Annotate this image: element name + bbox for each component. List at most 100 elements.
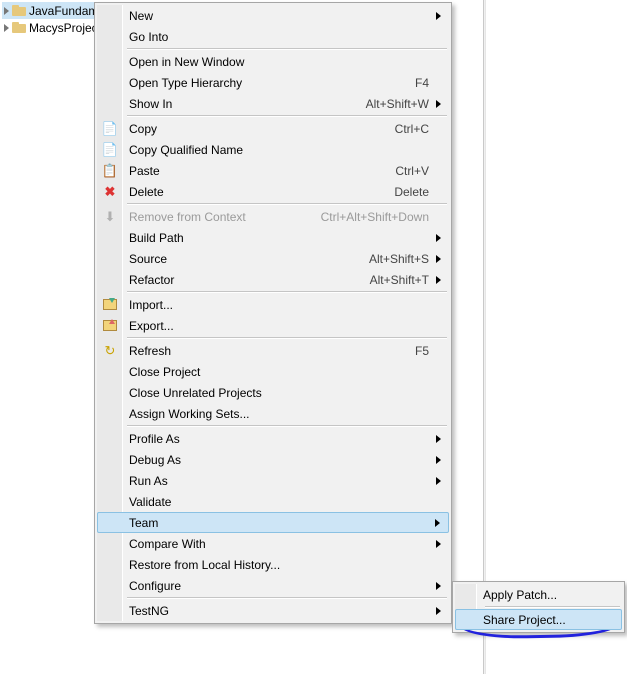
- menu-item-label: Go Into: [129, 30, 429, 44]
- chevron-right-icon: [435, 519, 440, 527]
- menu-item-copy[interactable]: 📄 CopyCtrl+C: [97, 118, 449, 139]
- menu-separator: [127, 115, 447, 117]
- menu-item-shortcut: Ctrl+C: [395, 122, 429, 136]
- menu-item-label: New: [129, 9, 429, 23]
- menu-item-refresh[interactable]: ↻ RefreshF5: [97, 340, 449, 361]
- menu-item-apply-patch[interactable]: Apply Patch...: [455, 584, 622, 605]
- menu-separator: [127, 48, 447, 50]
- menu-item-label: Build Path: [129, 231, 429, 245]
- menu-item-copy-qualified-name[interactable]: 📄 Copy Qualified Name: [97, 139, 449, 160]
- menu-separator: [127, 337, 447, 339]
- menu-item-close-project[interactable]: Close Project: [97, 361, 449, 382]
- menu-item-label: Copy: [129, 122, 395, 136]
- chevron-right-icon: [436, 435, 441, 443]
- menu-item-go-into[interactable]: Go Into: [97, 26, 449, 47]
- menu-item-run-as[interactable]: Run As: [97, 470, 449, 491]
- menu-item-shortcut: Alt+Shift+T: [370, 273, 429, 287]
- folder-icon: [12, 5, 26, 16]
- menu-item-label: Run As: [129, 474, 429, 488]
- menu-item-validate[interactable]: Validate: [97, 491, 449, 512]
- menu-item-shortcut: Ctrl+V: [395, 164, 429, 178]
- copy-icon: 📄: [102, 142, 118, 158]
- export-icon: [102, 318, 118, 334]
- menu-item-testng[interactable]: TestNG: [97, 600, 449, 621]
- menu-item-new[interactable]: New: [97, 5, 449, 26]
- chevron-right-icon: [436, 582, 441, 590]
- menu-item-label: Remove from Context: [129, 210, 321, 224]
- menu-item-label: Export...: [129, 319, 429, 333]
- chevron-right-icon[interactable]: [4, 7, 9, 15]
- chevron-right-icon: [436, 276, 441, 284]
- menu-item-compare-with[interactable]: Compare With: [97, 533, 449, 554]
- menu-item-show-in[interactable]: Show InAlt+Shift+W: [97, 93, 449, 114]
- vertical-divider: [483, 0, 486, 674]
- remove-icon: ⬇: [102, 209, 118, 225]
- chevron-right-icon: [436, 255, 441, 263]
- menu-item-label: Compare With: [129, 537, 429, 551]
- menu-item-open-in-new-window[interactable]: Open in New Window: [97, 51, 449, 72]
- chevron-right-icon: [436, 607, 441, 615]
- menu-item-profile-as[interactable]: Profile As: [97, 428, 449, 449]
- menu-item-label: Refresh: [129, 344, 415, 358]
- menu-item-label: Close Project: [129, 365, 429, 379]
- delete-icon: ✖: [102, 184, 118, 200]
- menu-item-shortcut: Alt+Shift+S: [369, 252, 429, 266]
- tree-item-label: MacysProjec: [29, 21, 98, 35]
- menu-item-label: Restore from Local History...: [129, 558, 429, 572]
- chevron-right-icon: [436, 540, 441, 548]
- menu-item-debug-as[interactable]: Debug As: [97, 449, 449, 470]
- menu-item-shortcut: F5: [415, 344, 429, 358]
- menu-item-label: Share Project...: [483, 613, 602, 627]
- copy-icon: 📄: [102, 121, 118, 137]
- menu-item-shortcut: Ctrl+Alt+Shift+Down: [321, 210, 429, 224]
- menu-item-paste[interactable]: 📋PasteCtrl+V: [97, 160, 449, 181]
- chevron-right-icon: [436, 234, 441, 242]
- chevron-right-icon: [436, 456, 441, 464]
- folder-icon: [12, 22, 26, 33]
- menu-item-source[interactable]: SourceAlt+Shift+S: [97, 248, 449, 269]
- menu-item-team[interactable]: Team: [97, 512, 449, 533]
- menu-item-shortcut: F4: [415, 76, 429, 90]
- paste-icon: 📋: [102, 163, 118, 179]
- menu-item-close-unrelated-projects[interactable]: Close Unrelated Projects: [97, 382, 449, 403]
- menu-item-label: Open Type Hierarchy: [129, 76, 415, 90]
- menu-separator: [127, 597, 447, 599]
- menu-item-delete[interactable]: ✖ DeleteDelete: [97, 181, 449, 202]
- menu-item-label: Source: [129, 252, 369, 266]
- chevron-right-icon[interactable]: [4, 24, 9, 32]
- menu-item-label: Team: [129, 516, 429, 530]
- menu-separator: [127, 425, 447, 427]
- menu-item-import[interactable]: Import...: [97, 294, 449, 315]
- menu-item-label: Refactor: [129, 273, 370, 287]
- menu-item-label: Configure: [129, 579, 429, 593]
- menu-item-build-path[interactable]: Build Path: [97, 227, 449, 248]
- menu-item-share-project[interactable]: Share Project...: [455, 609, 622, 630]
- menu-item-restore-from-local-history[interactable]: Restore from Local History...: [97, 554, 449, 575]
- menu-item-label: Copy Qualified Name: [129, 143, 429, 157]
- menu-item-refactor[interactable]: RefactorAlt+Shift+T: [97, 269, 449, 290]
- menu-item-label: TestNG: [129, 604, 429, 618]
- context-menu: NewGo IntoOpen in New WindowOpen Type Hi…: [94, 2, 452, 624]
- menu-item-label: Import...: [129, 298, 429, 312]
- refresh-icon: ↻: [102, 343, 118, 359]
- menu-item-label: Profile As: [129, 432, 429, 446]
- menu-item-label: Close Unrelated Projects: [129, 386, 429, 400]
- menu-item-label: Show In: [129, 97, 366, 111]
- chevron-right-icon: [436, 12, 441, 20]
- menu-separator: [485, 606, 620, 608]
- menu-item-open-type-hierarchy[interactable]: Open Type HierarchyF4: [97, 72, 449, 93]
- menu-item-shortcut: Delete: [394, 185, 429, 199]
- menu-item-configure[interactable]: Configure: [97, 575, 449, 596]
- chevron-right-icon: [436, 100, 441, 108]
- import-icon: [102, 297, 118, 313]
- menu-item-label: Delete: [129, 185, 394, 199]
- menu-separator: [127, 291, 447, 293]
- menu-item-assign-working-sets[interactable]: Assign Working Sets...: [97, 403, 449, 424]
- menu-item-shortcut: Alt+Shift+W: [366, 97, 429, 111]
- menu-item-export[interactable]: Export...: [97, 315, 449, 336]
- menu-separator: [127, 203, 447, 205]
- chevron-right-icon: [436, 477, 441, 485]
- menu-item-label: Assign Working Sets...: [129, 407, 429, 421]
- team-submenu: Apply Patch... Share Project...: [452, 581, 625, 633]
- menu-item-remove-from-context: ⬇ Remove from ContextCtrl+Alt+Shift+Down: [97, 206, 449, 227]
